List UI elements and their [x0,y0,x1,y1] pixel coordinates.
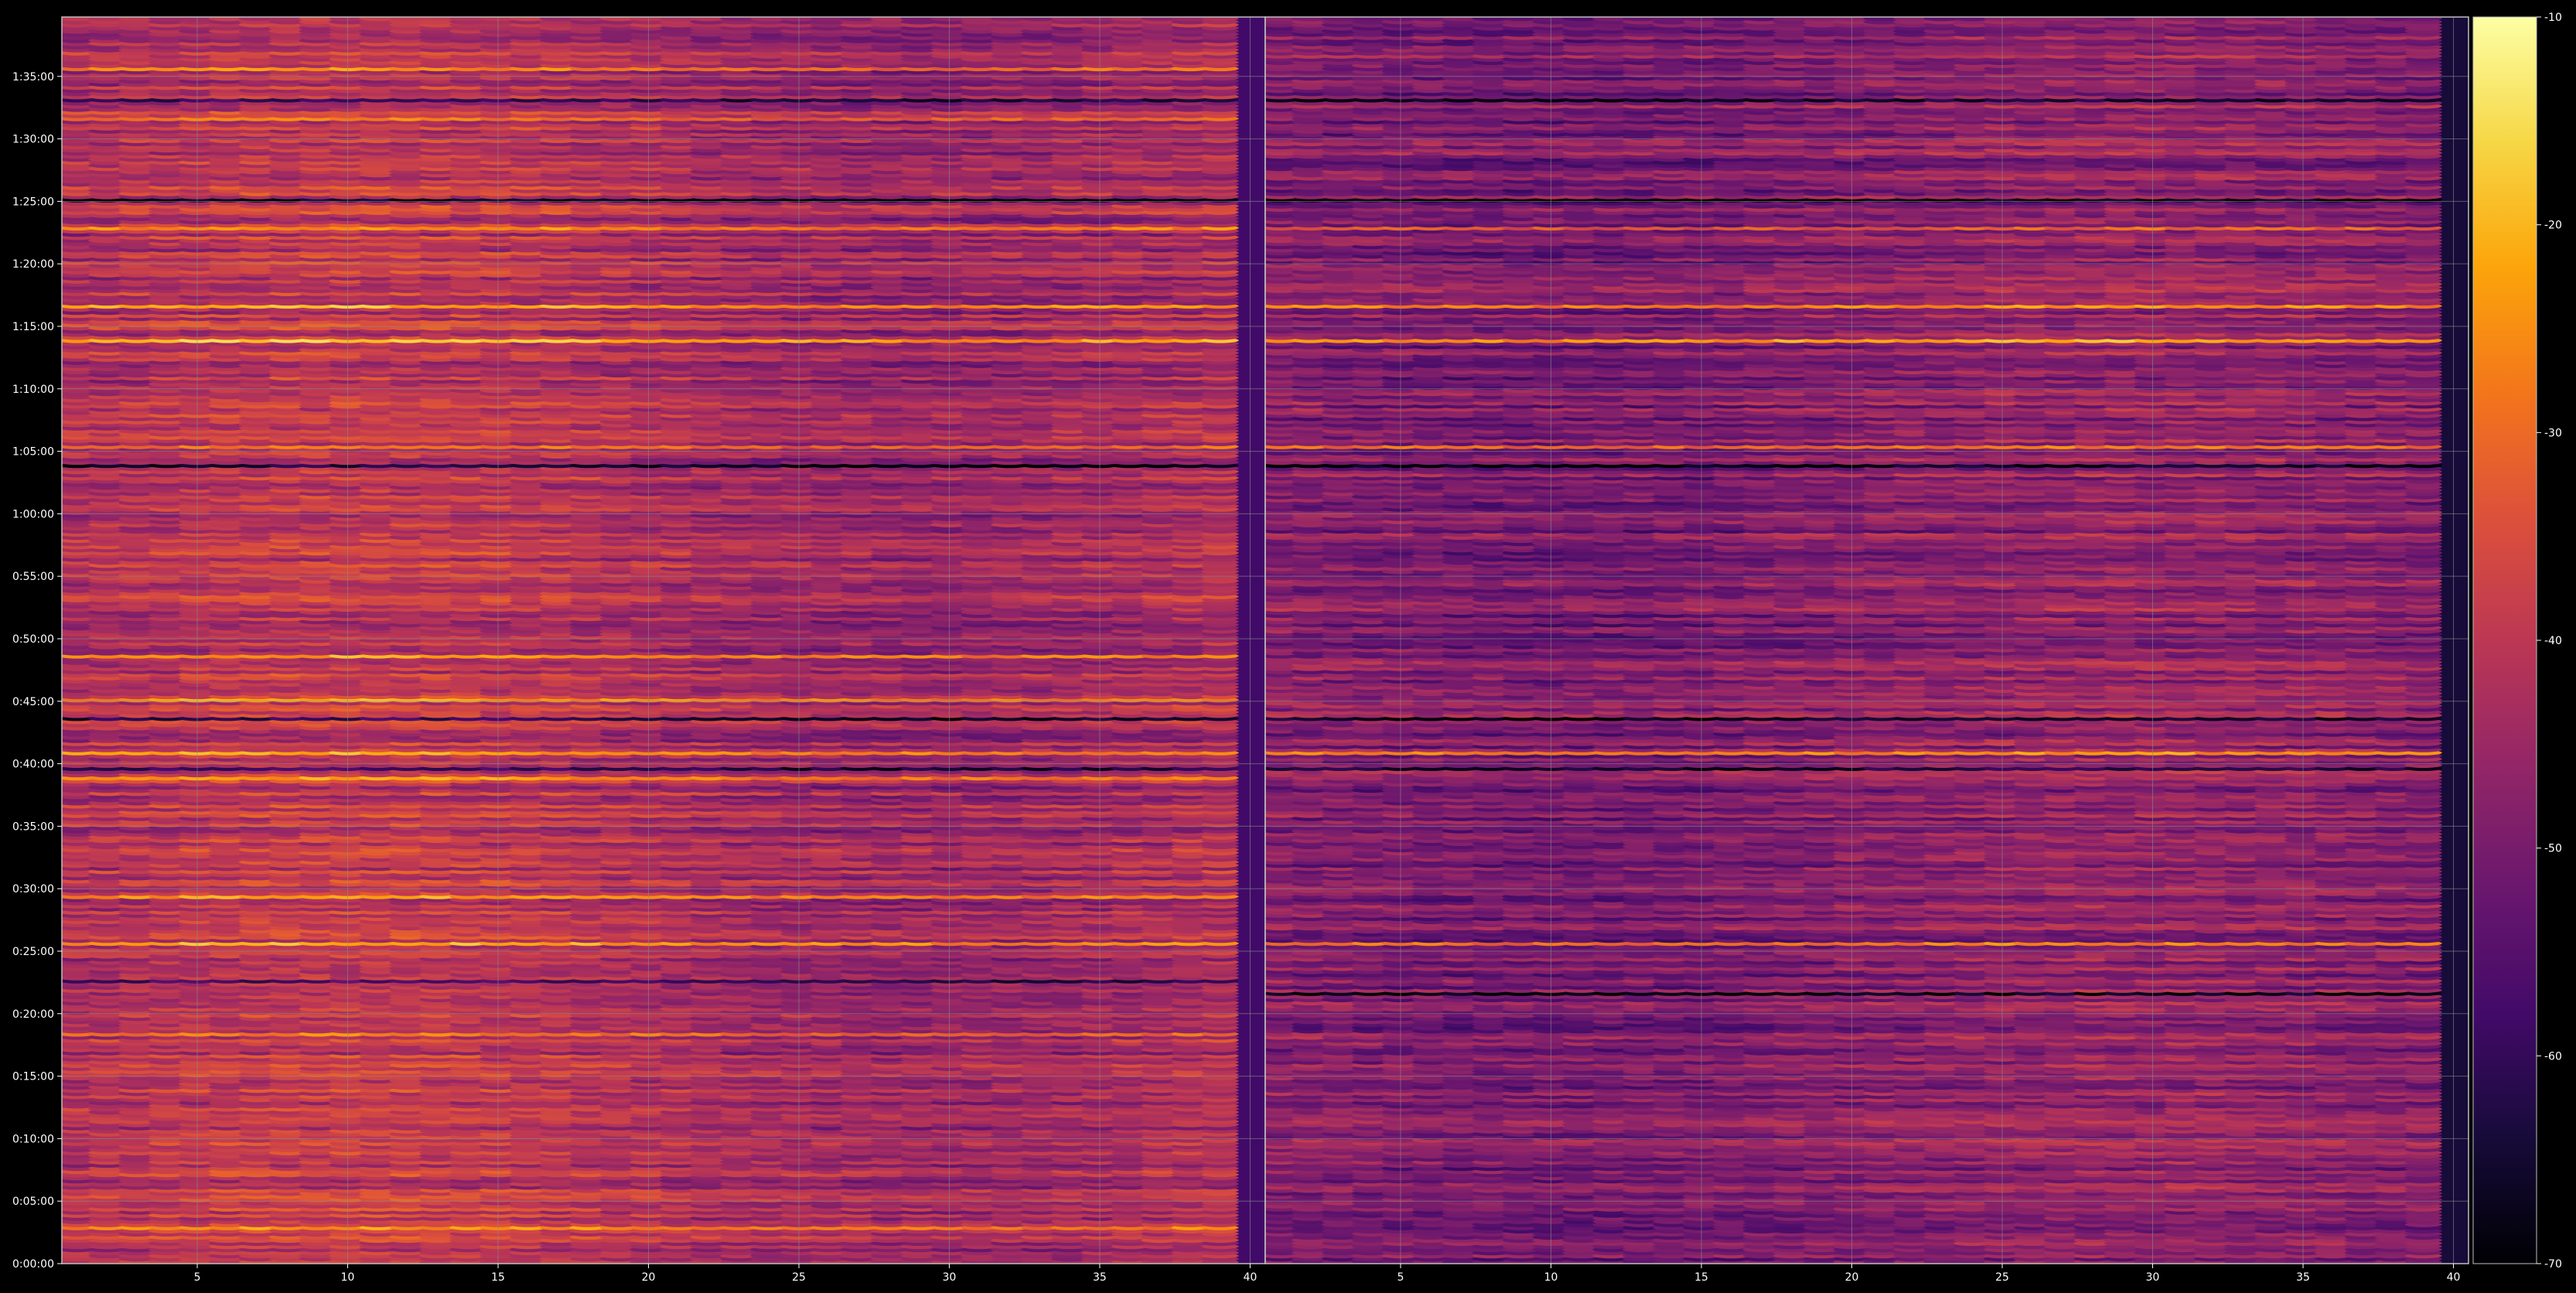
spectrogram-figure: 0:00:000:05:000:10:000:15:000:20:000:25:… [0,0,2576,1293]
heatmap-panel-left [62,17,1265,1264]
